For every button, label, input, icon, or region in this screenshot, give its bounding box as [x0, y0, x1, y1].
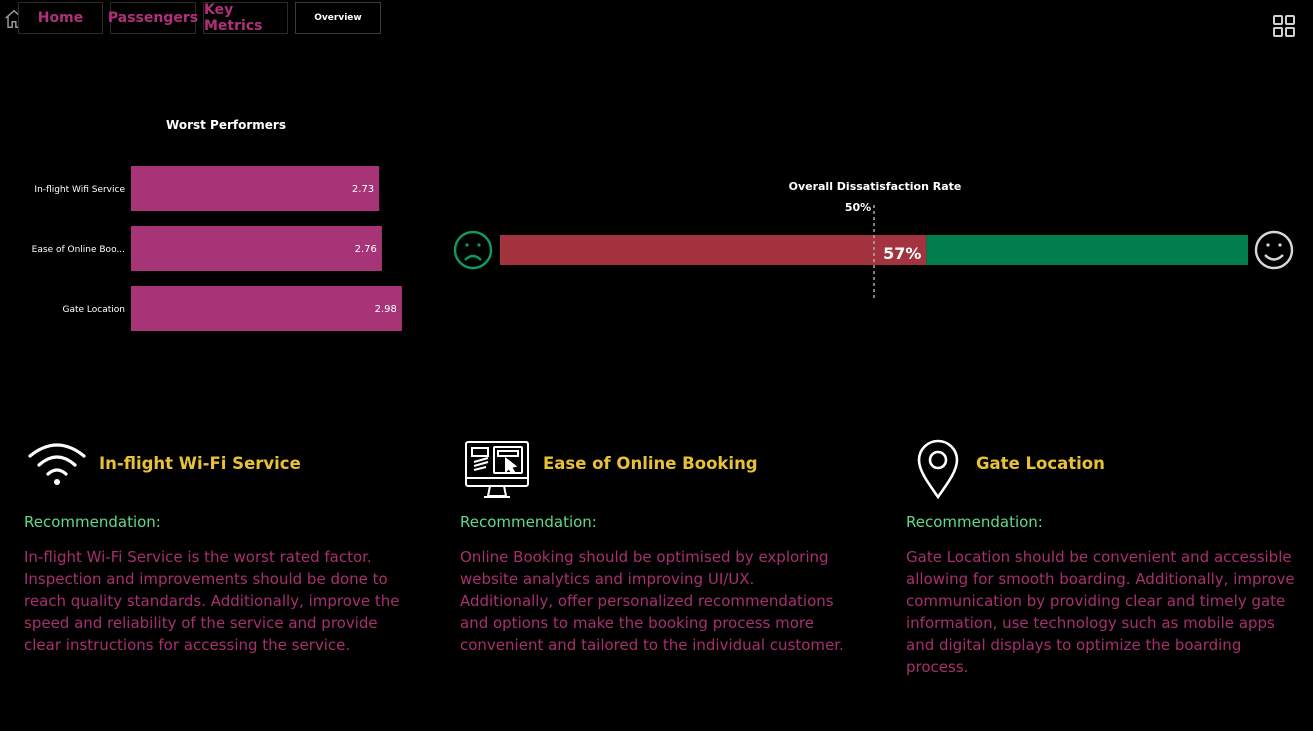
online-booking-icon	[465, 441, 529, 498]
grid-icon[interactable]	[1272, 14, 1296, 38]
rec-label: Recommendation:	[24, 513, 161, 531]
category-label: Ease of Online Boo...	[32, 245, 125, 255]
location-pin-icon	[917, 439, 959, 500]
rec-heading: Ease of Online Booking	[543, 454, 758, 473]
bar[interactable]	[131, 286, 402, 331]
rec-text: In-flight Wi-Fi Service is the worst rat…	[24, 548, 400, 654]
wifi-icon	[28, 443, 86, 485]
category-label: In-flight Wifi Service	[34, 185, 125, 195]
nav-overview-button[interactable]: Overview	[295, 2, 381, 34]
bar[interactable]	[131, 226, 382, 271]
worst-performers-chart: 2.73 In-flight Wifi Service 2.76 Ease of On…	[32, 166, 402, 331]
chart-title: Worst Performers	[166, 118, 286, 132]
category-label: Gate Location	[63, 305, 125, 315]
bar-value-label: 2.98	[375, 304, 397, 315]
rec-heading: Gate Location	[976, 454, 1105, 473]
rec-text: Gate Location should be convenient and a…	[906, 548, 1295, 676]
bar-value-label: 2.76	[355, 244, 377, 255]
bar[interactable]	[131, 166, 380, 211]
gauge-title: Overall Dissatisfaction Rate	[788, 180, 962, 193]
nav-passengers-button[interactable]: Passengers	[108, 2, 198, 34]
sad-face-icon	[453, 230, 493, 270]
bar-value-label: 2.73	[352, 184, 374, 195]
gauge-value-label: 57%	[883, 244, 921, 263]
dissatisfaction-gauge: 57%	[453, 205, 1294, 298]
happy-face-icon	[1254, 230, 1294, 270]
nav-key-metrics-button[interactable]: Key Metrics	[203, 2, 288, 34]
nav-home-button[interactable]: Home	[18, 2, 103, 34]
rec-text: Online Booking should be optimised by ex…	[460, 548, 844, 654]
rec-heading: In-flight Wi-Fi Service	[99, 454, 301, 473]
dissatisfied-segment	[500, 235, 927, 265]
rec-label: Recommendation:	[906, 513, 1043, 531]
rec-label: Recommendation:	[460, 513, 597, 531]
satisfied-segment	[926, 235, 1248, 265]
